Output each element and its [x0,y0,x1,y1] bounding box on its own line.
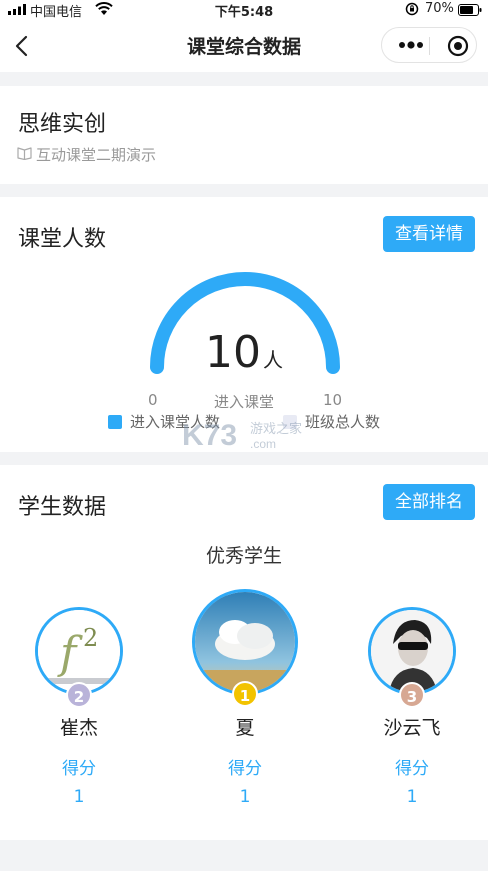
score-label: 得分 [62,759,96,779]
svg-text:2: 2 [83,624,98,652]
watermark-brand: K73 [182,419,237,452]
rank-medal: 2 [66,682,92,708]
full-ranking-button[interactable]: 全部排名 [383,484,475,520]
students-section-title: 学生数据 [18,495,107,520]
rank-medal: 3 [399,682,425,708]
score-label: 得分 [228,759,262,779]
orientation-lock-icon [405,2,419,16]
gauge-max-label: 10 [323,391,343,409]
avatar-image [371,610,453,692]
more-options-icon[interactable] [398,39,424,51]
student-rank-1[interactable]: 1 夏 得分 1 [186,589,304,807]
course-card: 思维实创 互动课堂二期演示 [0,86,488,184]
score-value: 1 [406,787,418,807]
legend-swatch-entered [108,415,122,429]
legend-label-total: 班级总人数 [305,413,381,431]
view-details-button[interactable]: 查看详情 [383,216,475,252]
course-subtitle: 互动课堂二期演示 [36,146,157,164]
avatar [192,589,298,695]
gauge-value: 10 [205,327,261,378]
avatar-image: f 2 [38,610,120,692]
capsule-divider [429,37,430,55]
student-name: 夏 [235,717,255,739]
navigation-bar: 课堂综合数据 [0,20,488,72]
close-miniprogram-icon[interactable] [447,35,469,57]
score-value: 1 [73,787,85,807]
student-data-card: 学生数据 全部排名 优秀学生 f 2 2 崔杰 得分 1 1 夏 得分 1 3 … [0,465,488,840]
gauge-value-wrapper: 10 人 [0,327,488,378]
score-value: 1 [239,787,251,807]
watermark-domain: .com [250,437,276,451]
avatar-image [195,592,295,692]
battery-icon [458,4,482,16]
gauge-center-label: 进入课堂 [213,393,274,411]
student-name: 崔杰 [59,717,98,739]
watermark-text: 游戏之家 [250,421,302,437]
watermark-logo: K73 游戏之家 .com [182,419,302,452]
gauge-unit: 人 [263,348,283,372]
course-name: 思维实创 [18,112,107,137]
battery-percent: 70% [425,1,454,16]
student-rank-3[interactable]: 3 沙云飞 得分 1 [353,607,471,807]
status-bar: 中国电信 下午5:48 70% [0,0,488,20]
miniprogram-capsule [381,27,477,63]
student-name: 沙云飞 [383,717,441,739]
score-label: 得分 [395,759,429,779]
student-rank-2[interactable]: f 2 2 崔杰 得分 1 [20,607,138,807]
classroom-section-title: 课堂人数 [18,227,107,252]
excellent-students-label: 优秀学生 [205,545,282,567]
rank-medal: 1 [232,681,258,707]
book-icon [17,147,32,160]
classroom-count-card: 课堂人数 查看详情 10 人 0 进入课堂 10 进入课堂人数 班级总人数 [0,197,488,452]
